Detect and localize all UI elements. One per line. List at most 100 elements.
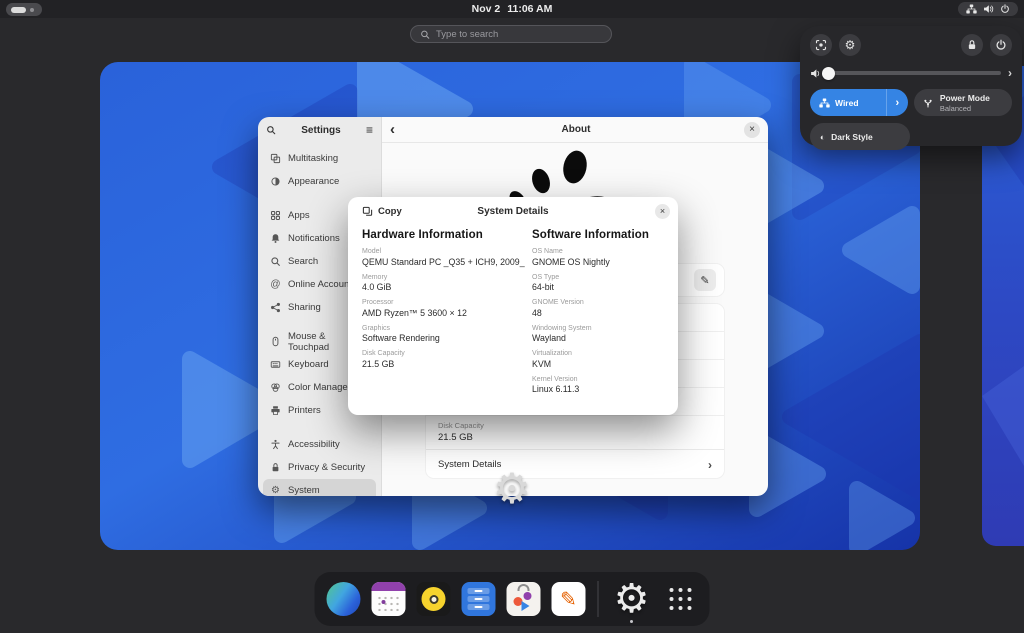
system-details-row[interactable]: System Details ›	[426, 450, 724, 478]
edit-device-name-button[interactable]: ✎	[694, 269, 716, 291]
software-icon	[507, 582, 541, 616]
dock-app-files[interactable]	[460, 580, 498, 618]
quick-settings-toprow: ⚙	[810, 34, 1012, 56]
settings-button[interactable]: ⚙	[839, 34, 861, 56]
dash-dock: ✎ ⚙	[315, 572, 710, 626]
gear-icon: ⚙	[493, 464, 531, 513]
sidebar-item-label: Multitasking	[288, 153, 338, 164]
sidebar-item-appearance[interactable]: Appearance	[263, 170, 376, 193]
quick-settings-tiles: Wired › Power Mode Balanced	[810, 89, 1012, 116]
dark-style-tile[interactable]: ◐ Dark Style	[810, 123, 910, 150]
dock-app-web-browser[interactable]	[325, 580, 363, 618]
wired-label: Wired	[835, 98, 859, 108]
volume-icon	[810, 68, 822, 79]
dialog-body: Hardware Information ModelQEMU Standard …	[348, 225, 678, 398]
dock-app-settings[interactable]: ⚙	[609, 576, 655, 622]
copy-button[interactable]: Copy	[356, 203, 408, 220]
search-bar[interactable]	[410, 25, 612, 43]
top-bar: Nov 2 11:06 AM	[0, 0, 1024, 18]
power-mode-tile[interactable]: Power Mode Balanced	[914, 89, 1012, 116]
gnome-overview: Nov 2 11:06 AM	[0, 0, 1024, 633]
screenshot-icon	[815, 39, 827, 51]
appearance-icon	[270, 176, 281, 187]
copy-label: Copy	[378, 206, 402, 217]
sidebar-item-label: Notifications	[288, 233, 340, 244]
color-management-icon	[270, 382, 281, 393]
field-os-type: OS Type64-bit	[532, 274, 664, 293]
close-dialog-button[interactable]: ×	[655, 204, 670, 219]
sidebar-header: Settings ≡	[258, 117, 381, 143]
sidebar-item-label: System	[288, 485, 320, 496]
sidebar-item-label: Privacy & Security	[288, 462, 365, 473]
about-header: ‹ About ×	[382, 117, 768, 143]
screenshot-button[interactable]	[810, 34, 832, 56]
disk-capacity-row: Disk Capacity 21.5 GB	[426, 416, 724, 450]
dock-app-music[interactable]	[415, 580, 453, 618]
main-menu-icon[interactable]: ≡	[366, 123, 373, 137]
close-window-button[interactable]: ×	[744, 122, 760, 138]
sidebar-item-multitasking[interactable]: Multitasking	[263, 147, 376, 170]
search-icon	[420, 29, 430, 40]
sidebar-item-label: Appearance	[288, 176, 339, 187]
chevron-right-icon: ›	[708, 458, 712, 472]
dock-app-text-editor[interactable]: ✎	[550, 580, 588, 618]
online-accounts-icon: @	[270, 279, 281, 290]
page-title: About	[408, 124, 744, 135]
field-os-name: OS NameGNOME OS Nightly	[532, 248, 664, 267]
field-processor: ProcessorAMD Ryzen™ 5 3600 × 12	[362, 299, 512, 318]
network-wired-icon	[819, 98, 830, 108]
keyboard-icon	[270, 359, 281, 370]
wired-tile[interactable]: Wired ›	[810, 89, 908, 116]
accessibility-icon	[270, 439, 281, 450]
notifications-icon	[270, 233, 281, 244]
field-kernel-version: Kernel VersionLinux 6.11.3	[532, 376, 664, 395]
volume-expand-icon[interactable]: ›	[1008, 66, 1012, 80]
field-graphics: GraphicsSoftware Rendering	[362, 325, 512, 344]
sidebar-item-privacy-security[interactable]: Privacy & Security	[263, 456, 376, 479]
sidebar-item-label: Online Accounts	[288, 279, 357, 290]
volume-slider-knob[interactable]	[822, 67, 835, 80]
sidebar-item-accessibility[interactable]: Accessibility	[263, 433, 376, 456]
dock-app-software[interactable]	[505, 580, 543, 618]
gear-icon: ⚙	[845, 38, 856, 52]
field-virtualization: VirtualizationKVM	[532, 350, 664, 369]
search-input[interactable]	[436, 29, 602, 40]
quick-settings-panel: ⚙ › Wired ›	[800, 26, 1022, 146]
dark-style-icon: ◐	[820, 132, 825, 142]
hardware-heading: Hardware Information	[362, 229, 512, 241]
privacy-security-icon	[270, 462, 281, 473]
printers-icon	[270, 405, 281, 416]
app-grid-button[interactable]	[662, 580, 700, 618]
volume-icon	[983, 4, 994, 14]
dock-separator	[598, 581, 599, 617]
field-model: ModelQEMU Standard PC _Q35 + ICH9, 2009_	[362, 248, 512, 267]
power-icon	[995, 39, 1007, 51]
copy-icon	[362, 206, 373, 217]
back-button[interactable]: ‹	[390, 122, 408, 137]
files-icon	[462, 582, 496, 616]
sidebar-item-system[interactable]: ⚙ System	[263, 479, 376, 496]
dialog-header: System Details Copy ×	[348, 197, 678, 225]
apps-icon	[270, 210, 281, 221]
clock[interactable]: Nov 2 11:06 AM	[0, 0, 1024, 18]
field-disk-capacity: Disk Capacity21.5 GB	[362, 350, 512, 369]
app-grid-icon	[670, 588, 692, 610]
lock-button[interactable]	[961, 34, 983, 56]
system-tray[interactable]	[958, 2, 1018, 16]
multitasking-icon	[270, 153, 281, 164]
sharing-icon	[270, 302, 281, 313]
power-button[interactable]	[990, 34, 1012, 56]
wired-expand-arrow[interactable]: ›	[886, 89, 908, 116]
dock-app-calendar[interactable]	[370, 580, 408, 618]
power-mode-subtitle: Balanced	[940, 104, 990, 113]
settings-app-icon[interactable]: ⚙	[488, 464, 536, 512]
text-editor-icon: ✎	[552, 582, 586, 616]
sidebar-item-label: Apps	[288, 210, 310, 221]
clock-time: 11:06 AM	[507, 3, 552, 15]
sidebar-item-label: Keyboard	[288, 359, 329, 370]
search-icon[interactable]	[266, 125, 276, 135]
running-indicator	[630, 620, 633, 623]
volume-slider[interactable]	[829, 71, 1001, 75]
clock-date: Nov 2	[472, 3, 501, 15]
sidebar-group-gap	[263, 422, 376, 433]
